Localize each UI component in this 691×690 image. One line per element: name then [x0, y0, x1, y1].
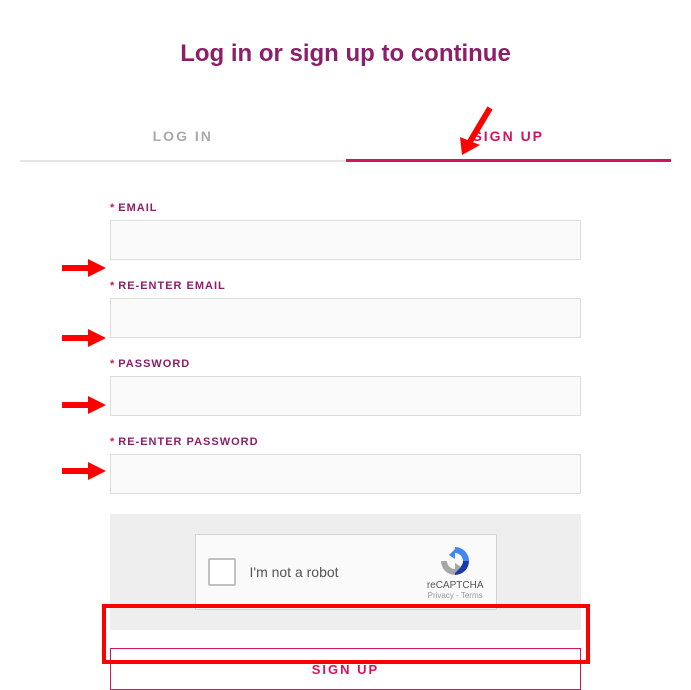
reemail-group: *RE-ENTER EMAIL: [110, 280, 581, 338]
email-group: *EMAIL: [110, 202, 581, 260]
recaptcha-icon: [439, 545, 471, 577]
password-field[interactable]: [110, 376, 581, 416]
recaptcha-label: I'm not a robot: [250, 564, 427, 580]
page-title: Log in or sign up to continue: [0, 0, 691, 113]
recaptcha-checkbox[interactable]: [208, 558, 236, 586]
tab-login[interactable]: LOG IN: [20, 113, 346, 162]
recaptcha-widget[interactable]: I'm not a robot reCAPTCHA Privacy - Term…: [195, 534, 497, 610]
repassword-label: *RE-ENTER PASSWORD: [110, 436, 581, 448]
signup-form: *EMAIL *RE-ENTER EMAIL *PASSWORD *RE-ENT…: [0, 162, 691, 690]
email-field[interactable]: [110, 220, 581, 260]
reemail-label: *RE-ENTER EMAIL: [110, 280, 581, 292]
reemail-field[interactable]: [110, 298, 581, 338]
recaptcha-brand-text: reCAPTCHA: [427, 580, 484, 591]
tab-signup[interactable]: SIGN UP: [346, 113, 672, 162]
password-label: *PASSWORD: [110, 358, 581, 370]
auth-tabs: LOG IN SIGN UP: [20, 113, 671, 162]
recaptcha-privacy-link[interactable]: Privacy: [428, 591, 454, 600]
recaptcha-terms: Privacy - Terms: [428, 591, 483, 600]
repassword-field[interactable]: [110, 454, 581, 494]
repassword-group: *RE-ENTER PASSWORD: [110, 436, 581, 494]
password-group: *PASSWORD: [110, 358, 581, 416]
captcha-container: I'm not a robot reCAPTCHA Privacy - Term…: [110, 514, 581, 630]
recaptcha-branding: reCAPTCHA Privacy - Terms: [427, 545, 484, 600]
recaptcha-terms-link[interactable]: Terms: [461, 591, 483, 600]
signup-button[interactable]: SIGN UP: [110, 648, 581, 690]
email-label: *EMAIL: [110, 202, 581, 214]
